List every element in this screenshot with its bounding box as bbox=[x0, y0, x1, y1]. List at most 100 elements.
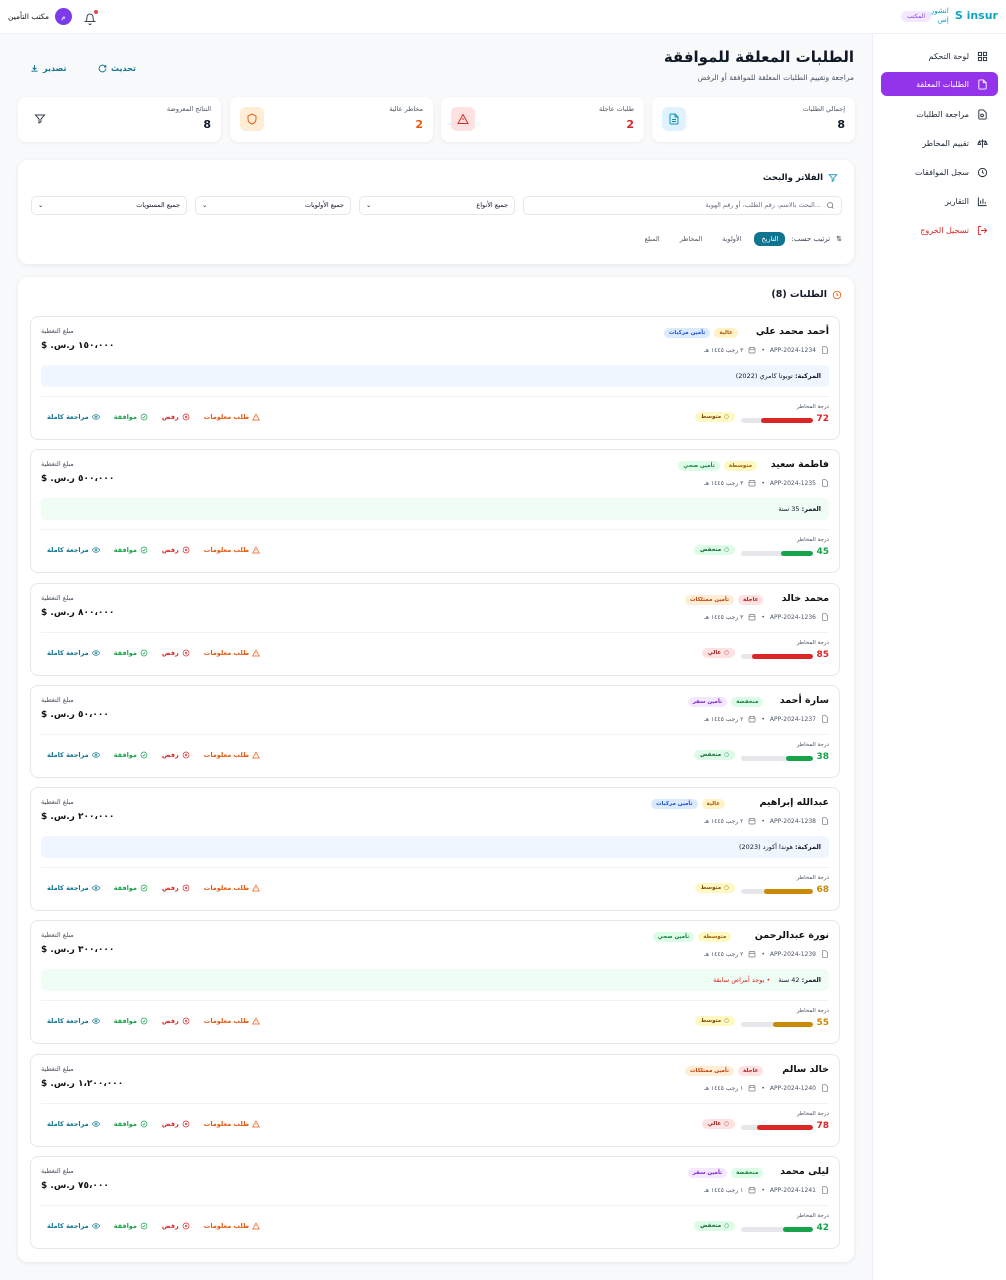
badges: عالية تأمين مركبات bbox=[651, 799, 725, 809]
full-review-button[interactable]: مراجعة كاملة bbox=[47, 546, 100, 554]
sidebar-item-history[interactable]: سجل الموافقات bbox=[881, 160, 998, 184]
risk-bar bbox=[741, 654, 813, 659]
risk-bar bbox=[741, 418, 813, 423]
stat-total: إجمالي الطلبات 8 bbox=[652, 97, 855, 142]
approve-button[interactable]: موافقة bbox=[114, 884, 148, 892]
risk-level-badge: منخفض ○ bbox=[694, 750, 735, 760]
request-info-button[interactable]: طلب معلومات bbox=[204, 884, 261, 892]
reject-button[interactable]: رفض bbox=[162, 1120, 190, 1128]
risk-score: 85 bbox=[816, 650, 829, 660]
risk-level-badge: عالي ○ bbox=[701, 648, 735, 658]
level-select[interactable]: ⌄ جميع المستويات bbox=[31, 196, 187, 215]
full-review-button[interactable]: مراجعة كاملة bbox=[47, 751, 100, 759]
x-circle-icon bbox=[182, 1017, 190, 1025]
coverage-label: مبلغ التغطية bbox=[41, 1065, 74, 1073]
dashboard-icon bbox=[977, 51, 988, 61]
sort-chip-priority[interactable]: الأولوية bbox=[715, 232, 748, 246]
actions: طلب معلومات رفض موافقة مراجعة كاملة bbox=[47, 1120, 261, 1128]
risk-score: 42 bbox=[816, 1223, 829, 1233]
request-id: APP-2024-1239 bbox=[769, 950, 816, 958]
divider bbox=[41, 1000, 829, 1001]
actions: طلب معلومات رفض موافقة مراجعة كاملة bbox=[47, 413, 261, 421]
search-input[interactable]: البحث بالاسم، رقم الطلب، أو رقم الهوية..… bbox=[523, 196, 842, 215]
approve-button[interactable]: موافقة bbox=[114, 1222, 148, 1230]
request-card: أحمد محمد علي عالية تأمين مركبات APP-202… bbox=[30, 316, 840, 440]
file-icon bbox=[978, 78, 987, 90]
reject-button[interactable]: رفض bbox=[162, 1222, 190, 1230]
risk-label: درجة المخاطر bbox=[796, 1111, 829, 1117]
approve-button[interactable]: موافقة bbox=[114, 1120, 148, 1128]
risk-label: درجة المخاطر bbox=[796, 875, 829, 881]
request-info-button[interactable]: طلب معلومات bbox=[204, 1017, 261, 1025]
requests-title: الطلبات (8) bbox=[771, 289, 842, 300]
priority-badge: متوسطة bbox=[723, 461, 757, 471]
request-info-button[interactable]: طلب معلومات bbox=[204, 1120, 261, 1128]
reject-button[interactable]: رفض bbox=[162, 884, 190, 892]
priority-select[interactable]: ⌄ جميع الأولويات bbox=[195, 196, 351, 215]
brand[interactable]: انشور إس S insur bbox=[930, 6, 998, 24]
request-info-button[interactable]: طلب معلومات bbox=[204, 546, 261, 554]
user-menu[interactable]: مكتب التأمين م bbox=[8, 8, 73, 25]
badges: عالية تأمين مركبات bbox=[663, 328, 738, 338]
calendar-icon bbox=[749, 480, 756, 487]
full-review-button[interactable]: مراجعة كاملة bbox=[47, 1222, 100, 1230]
priority-badge: عالية bbox=[714, 328, 738, 338]
type-select[interactable]: ⌄ جميع الأنواع bbox=[359, 196, 515, 215]
refresh-button[interactable]: تحديث bbox=[98, 61, 136, 75]
reject-button[interactable]: رفض bbox=[162, 1017, 190, 1025]
sidebar-item-risk[interactable]: تقييم المخاطر bbox=[881, 131, 998, 155]
full-review-button[interactable]: مراجعة كاملة bbox=[47, 1120, 100, 1128]
eye-icon bbox=[91, 650, 100, 656]
risk-score: 55 bbox=[816, 1018, 829, 1028]
main-content: الطلبات المعلقة للموافقة مراجعة وتقييم ا… bbox=[0, 34, 872, 1280]
full-review-button[interactable]: مراجعة كاملة bbox=[47, 413, 100, 421]
page-subtitle: مراجعة وتقييم الطلبات المعلقة للموافقة أ… bbox=[697, 73, 854, 82]
full-review-button[interactable]: مراجعة كاملة bbox=[47, 884, 100, 892]
sidebar-item-logout[interactable]: تسجيل الخروج bbox=[881, 218, 998, 242]
full-review-button[interactable]: مراجعة كاملة bbox=[47, 1017, 100, 1025]
request-card: خالد سالم عاجلة تأمين ممتلكات APP-2024-1… bbox=[30, 1054, 840, 1147]
document-icon bbox=[822, 950, 828, 958]
notifications-button[interactable] bbox=[83, 10, 98, 25]
coverage-value: ٨٠٠،٠٠٠ ر.س. $ bbox=[41, 608, 115, 618]
chevron-down-icon: ⌄ bbox=[366, 201, 372, 209]
request-info-button[interactable]: طلب معلومات bbox=[204, 413, 261, 421]
user-name: مكتب التأمين bbox=[8, 12, 50, 21]
export-button[interactable]: تصدير bbox=[30, 61, 67, 75]
sidebar-item-dashboard[interactable]: لوحة التحكم bbox=[881, 44, 998, 68]
type-badge: تأمين سفر bbox=[687, 1168, 728, 1178]
filters-panel: الفلاتر والبحث البحث بالاسم، رقم الطلب، … bbox=[18, 160, 854, 264]
reject-button[interactable]: رفض bbox=[162, 546, 190, 554]
full-review-button[interactable]: مراجعة كاملة bbox=[47, 649, 100, 657]
download-icon bbox=[31, 64, 38, 72]
sort-chip-amount[interactable]: المبلغ bbox=[638, 232, 667, 246]
coverage-value: ١،٢٠٠،٠٠٠ ر.س. $ bbox=[41, 1079, 124, 1089]
risk-bar-fill bbox=[761, 418, 813, 423]
reject-button[interactable]: رفض bbox=[162, 413, 190, 421]
reject-button[interactable]: رفض bbox=[162, 751, 190, 759]
circle-icon: ○ bbox=[724, 414, 729, 420]
approve-button[interactable]: موافقة bbox=[114, 546, 148, 554]
approve-button[interactable]: موافقة bbox=[114, 413, 148, 421]
request-info-button[interactable]: طلب معلومات bbox=[204, 1222, 261, 1230]
dollar-icon: $ bbox=[41, 945, 48, 955]
risk-bar bbox=[741, 1125, 813, 1130]
sidebar-item-reports[interactable]: التقارير bbox=[881, 189, 998, 213]
reject-button[interactable]: رفض bbox=[162, 649, 190, 657]
risk-level-badge: منخفض ○ bbox=[694, 1221, 735, 1231]
request-info-button[interactable]: طلب معلومات bbox=[204, 751, 261, 759]
risk-label: درجة المخاطر bbox=[796, 537, 829, 543]
check-circle-icon bbox=[140, 751, 148, 759]
sort-chip-date[interactable]: التاريخ bbox=[754, 232, 786, 246]
actions: طلب معلومات رفض موافقة مراجعة كاملة bbox=[47, 884, 261, 892]
approve-button[interactable]: موافقة bbox=[114, 751, 148, 759]
sort-chip-risk[interactable]: المخاطر bbox=[673, 232, 709, 246]
approve-button[interactable]: موافقة bbox=[114, 649, 148, 657]
risk-bar bbox=[741, 889, 813, 894]
request-info-button[interactable]: طلب معلومات bbox=[204, 649, 261, 657]
sidebar-item-pending[interactable]: الطلبات المعلقة bbox=[881, 72, 998, 96]
sidebar-item-review[interactable]: مراجعة الطلبات bbox=[881, 102, 998, 126]
approve-button[interactable]: موافقة bbox=[114, 1017, 148, 1025]
applicant-name: ليلى محمد bbox=[780, 1166, 829, 1177]
request-card: نورة عبدالرحمن متوسطة تأمين صحي APP-2024… bbox=[30, 920, 840, 1044]
